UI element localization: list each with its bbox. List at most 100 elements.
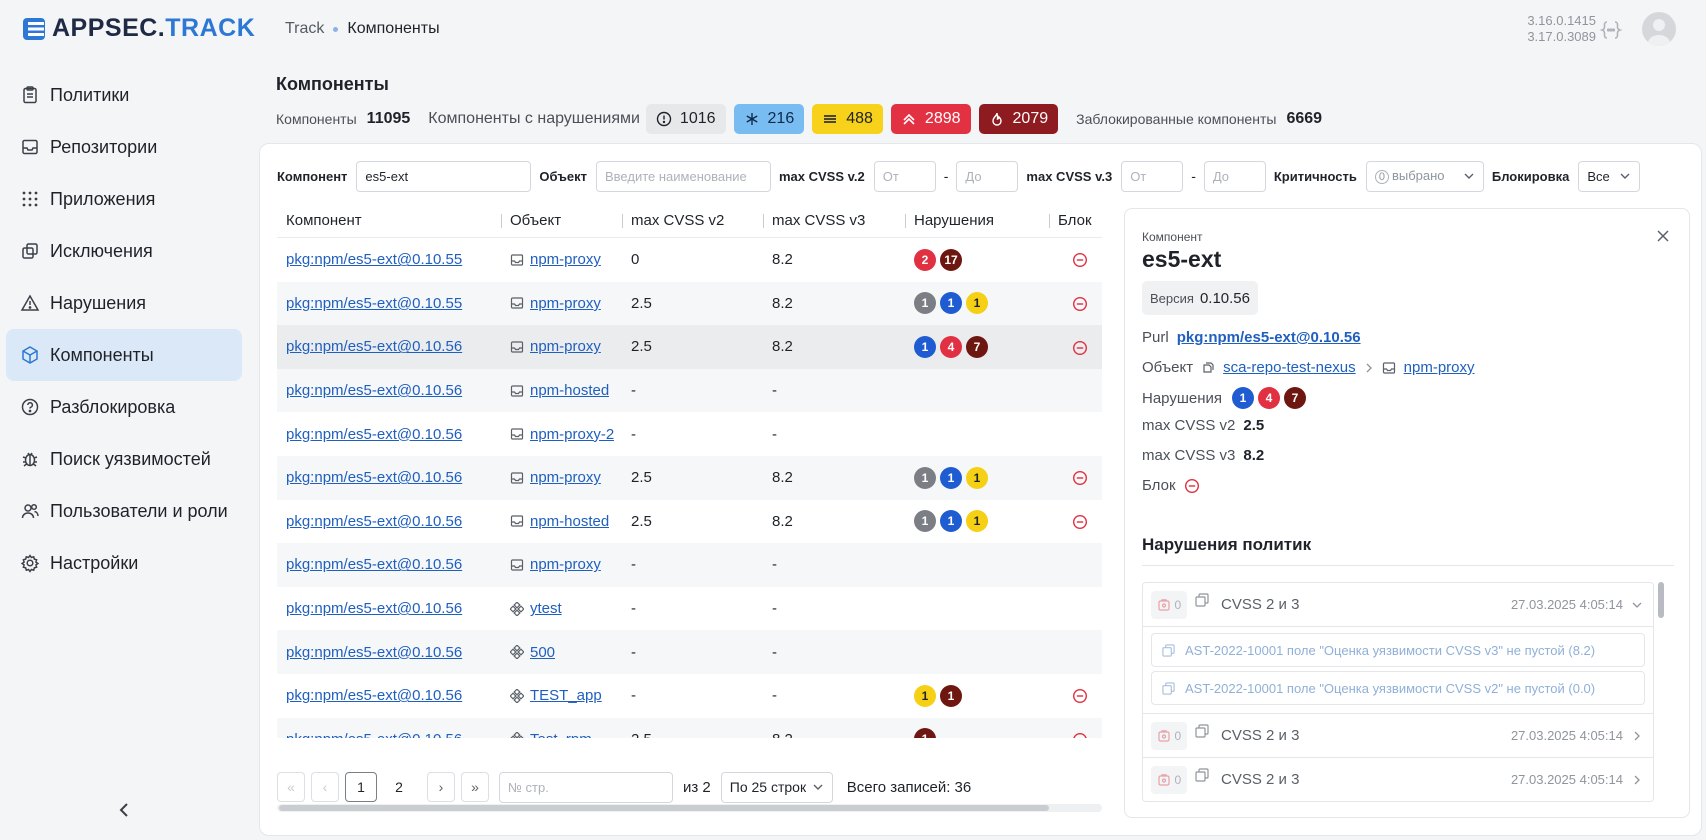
object-link[interactable]: npm-hosted [530,513,609,530]
table-row[interactable]: pkg:npm/es5-ext@0.10.56 npm-proxy 2.5 8.2 1 1… [277,455,1102,500]
object-link[interactable]: npm-proxy [530,338,601,355]
component-link[interactable]: pkg:npm/es5-ext@0.10.56 [286,731,462,738]
sidebar-item-settings[interactable]: Настройки [6,537,242,589]
policy-violation-item[interactable]: 0 CVSS 2 и 3 27.03.2025 4:05:14 [1143,583,1653,627]
component-link[interactable]: pkg:npm/es5-ext@0.10.56 [286,644,462,661]
chevron-right-icon[interactable] [1631,774,1643,786]
page-1-button[interactable]: 1 [345,772,377,802]
col-header-violations[interactable]: Нарушения [905,204,1049,238]
rows-per-page-select[interactable]: По 25 строк [720,771,833,803]
collapse-sidebar-icon[interactable] [112,798,136,822]
table-row[interactable]: pkg:npm/es5-ext@0.10.56 ytest - - [277,587,1102,631]
object-link[interactable]: npm-proxy [530,295,601,312]
sidebar-item-vuln-search[interactable]: Поиск уязвимостей [6,433,242,485]
table-row[interactable]: pkg:npm/es5-ext@0.10.56 npm-proxy-2- - [277,412,1102,456]
object-link[interactable]: 500 [530,644,555,661]
filter-cvss3-to[interactable] [1203,160,1266,192]
table-row[interactable]: pkg:npm/es5-ext@0.10.56 npm-proxy 2.5 8.2 1 4… [277,325,1102,369]
copy-icon[interactable] [1195,723,1209,738]
filter-cvss2-to[interactable] [956,160,1019,192]
sidebar-item-repositories[interactable]: Репозитории [6,121,242,173]
component-link[interactable]: pkg:npm/es5-ext@0.10.56 [286,382,462,399]
severity-medium-pill[interactable]: 488 [812,104,883,134]
component-link[interactable]: pkg:npm/es5-ext@0.10.56 [286,600,462,617]
component-link[interactable]: pkg:npm/es5-ext@0.10.56 [286,513,462,530]
scrollbar-thumb[interactable] [279,805,1049,811]
sidebar-item-policies[interactable]: Политики [6,69,242,121]
table-row[interactable]: pkg:npm/es5-ext@0.10.56 500 - - [277,630,1102,674]
severity-critical-pill[interactable]: 2079 [978,104,1059,134]
object-child-link[interactable]: npm-proxy [1404,359,1475,376]
filter-cvss3-from[interactable] [1121,160,1184,192]
sidebar-item-components[interactable]: Компоненты [6,329,242,381]
close-icon[interactable] [1655,228,1671,244]
sidebar-item-users-roles[interactable]: Пользователи и роли [6,485,242,537]
col-header-object[interactable]: Объект [501,204,622,238]
table-row[interactable]: pkg:npm/es5-ext@0.10.55 npm-proxy 2.5 8.2 1 1… [277,281,1102,326]
chevron-right-icon[interactable] [1631,730,1643,742]
unblock-button[interactable]: 0 [1151,590,1187,619]
component-link[interactable]: pkg:npm/es5-ext@0.10.56 [286,556,462,573]
component-link[interactable]: pkg:npm/es5-ext@0.10.56 [286,426,462,443]
avatar[interactable] [1642,12,1676,46]
filter-component-input[interactable] [356,160,532,192]
object-link[interactable]: npm-proxy [530,556,601,573]
col-header-block[interactable]: Блок [1049,204,1102,238]
app-logo[interactable]: APPSEC. TRACK [22,14,255,43]
severity-low-pill[interactable]: 216 [733,104,805,134]
policy-violation-item[interactable]: 0 CVSS 2 и 3 27.03.2025 4:05:14 [1143,758,1653,801]
col-header-cvss2[interactable]: max CVSS v2 [622,204,763,238]
filter-criticality-select[interactable]: 0 выбрано [1365,160,1484,192]
component-link[interactable]: pkg:npm/es5-ext@0.10.56 [286,469,462,486]
severity-high-pill[interactable]: 2898 [890,104,971,134]
filter-block-select[interactable]: Все [1578,160,1641,192]
sidebar-item-unblock[interactable]: Разблокировка [6,381,242,433]
next-page-button[interactable]: › [427,772,455,802]
component-link[interactable]: pkg:npm/es5-ext@0.10.56 [286,338,462,355]
first-page-button[interactable]: « [277,772,305,802]
object-link[interactable]: npm-proxy [530,251,601,268]
filter-object-input[interactable] [595,160,771,192]
object-parent-link[interactable]: sca-repo-test-nexus [1223,359,1356,376]
policy-violation-item[interactable]: 0 CVSS 2 и 3 27.03.2025 4:05:14 [1143,714,1653,758]
table-row[interactable]: pkg:npm/es5-ext@0.10.56 TEST_app - - 1 1 [277,674,1102,718]
component-link[interactable]: pkg:npm/es5-ext@0.10.56 [286,687,462,704]
table-row[interactable]: pkg:npm/es5-ext@0.10.56 npm-hosted 2.5 8.2 1… [277,500,1102,544]
object-link[interactable]: TEST_app [530,687,602,704]
object-link[interactable]: npm-hosted [530,382,609,399]
table-row[interactable]: pkg:npm/es5-ext@0.10.56 npm-hosted - - [277,368,1102,413]
sidebar-item-applications[interactable]: Приложения [6,173,242,225]
object-link[interactable]: Test_rpm [530,731,592,738]
table-row[interactable]: pkg:npm/es5-ext@0.10.56 npm-proxy - - [277,543,1102,587]
page-number-input[interactable] [499,771,673,803]
horizontal-scrollbar[interactable] [277,804,1102,812]
object-link[interactable]: ytest [530,600,562,617]
policy-rule-item[interactable]: AST-2022-10001 поле "Оценка уязвимости C… [1151,671,1645,705]
filter-cvss2-from[interactable] [873,160,936,192]
unblock-button[interactable]: 0 [1151,721,1187,750]
copy-icon[interactable] [1195,767,1209,782]
sidebar-item-violations[interactable]: Нарушения [6,277,242,329]
col-header-component[interactable]: Компонент [277,204,501,238]
vertical-scrollbar[interactable] [1657,582,1665,802]
table-row[interactable]: pkg:npm/es5-ext@0.10.56 Test_rpm 2.58.2 1 [277,717,1102,738]
policy-rule-item[interactable]: AST-2022-10001 поле "Оценка уязвимости C… [1151,633,1645,667]
severity-info-pill[interactable]: 1016 [645,104,726,134]
component-link[interactable]: pkg:npm/es5-ext@0.10.55 [286,251,462,268]
object-link[interactable]: npm-proxy [530,469,601,486]
object-link[interactable]: npm-proxy-2 [530,426,614,443]
last-page-button[interactable]: » [461,772,489,802]
prev-page-button[interactable]: ‹ [311,772,339,802]
sidebar-item-exceptions[interactable]: Исключения [6,225,242,277]
col-header-cvss3[interactable]: max CVSS v3 [763,204,905,238]
table-row[interactable]: pkg:npm/es5-ext@0.10.55 npm-proxy 0 8.2 2 17 [277,238,1102,282]
code-braces-icon[interactable] [1599,18,1623,42]
breadcrumb-root[interactable]: Track [285,20,324,38]
unblock-button[interactable]: 0 [1151,765,1187,794]
component-link[interactable]: pkg:npm/es5-ext@0.10.55 [286,295,462,312]
copy-icon[interactable] [1195,592,1209,607]
chevron-down-icon[interactable] [1631,599,1643,611]
scrollbar-thumb[interactable] [1658,582,1664,618]
purl-link[interactable]: pkg:npm/es5-ext@0.10.56 [1177,329,1361,346]
page-2-button[interactable]: 2 [383,772,415,802]
